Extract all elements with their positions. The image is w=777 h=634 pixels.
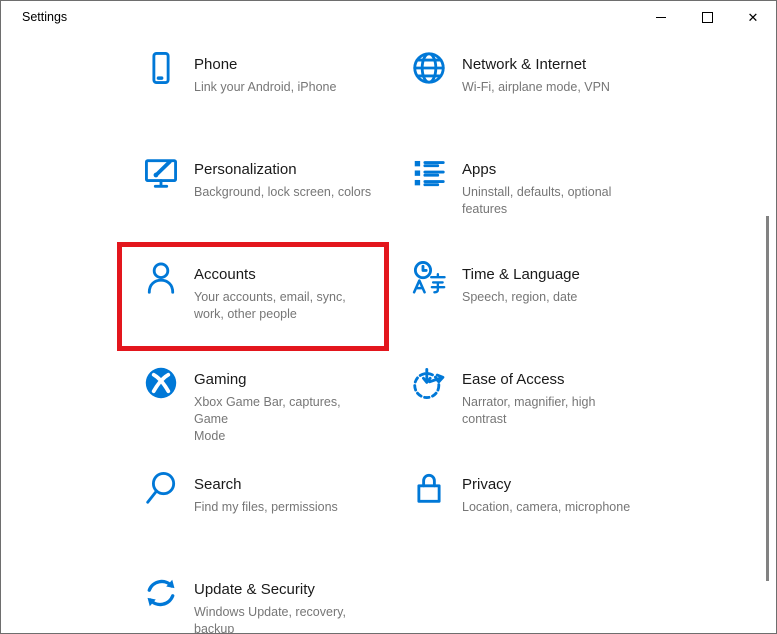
- close-icon: ✕: [748, 11, 759, 24]
- tile-title: Accounts: [194, 266, 256, 283]
- apps-list-icon: [409, 153, 449, 193]
- xbox-icon: [141, 363, 181, 403]
- minimize-button[interactable]: [638, 1, 684, 33]
- tile-update-security[interactable]: Update & Security Windows Update, recove…: [119, 559, 387, 634]
- phone-icon: [141, 48, 181, 88]
- tile-network[interactable]: Network & Internet Wi-Fi, airplane mode,…: [387, 34, 655, 139]
- tile-title: Network & Internet: [462, 56, 586, 73]
- tile-subtitle: Location, camera, microphone: [462, 499, 644, 516]
- tile-ease-of-access[interactable]: Ease of Access Narrator, magnifier, high…: [387, 349, 655, 454]
- sync-icon: [141, 573, 181, 613]
- tile-search[interactable]: Search Find my files, permissions: [119, 454, 387, 559]
- maximize-button[interactable]: [684, 1, 730, 33]
- settings-tile-grid: Phone Link your Android, iPhone Network …: [1, 33, 777, 634]
- tile-subtitle: Link your Android, iPhone: [194, 79, 376, 96]
- tile-title: Personalization: [194, 161, 297, 178]
- tile-subtitle: Xbox Game Bar, captures, Game Mode: [194, 394, 376, 445]
- tile-title: Update & Security: [194, 581, 315, 598]
- personalization-icon: [141, 153, 181, 193]
- tile-subtitle: Background, lock screen, colors: [194, 184, 376, 201]
- tile-privacy[interactable]: Privacy Location, camera, microphone: [387, 454, 655, 559]
- tile-subtitle: Uninstall, defaults, optional features: [462, 184, 644, 218]
- tile-subtitle: Your accounts, email, sync, work, other …: [194, 289, 376, 323]
- close-button[interactable]: ✕: [730, 1, 776, 33]
- tile-apps[interactable]: Apps Uninstall, defaults, optional featu…: [387, 139, 655, 244]
- maximize-icon: [702, 12, 713, 23]
- title-bar: Settings ✕: [1, 1, 776, 33]
- globe-icon: [409, 48, 449, 88]
- tile-subtitle: Speech, region, date: [462, 289, 644, 306]
- tile-gaming[interactable]: Gaming Xbox Game Bar, captures, Game Mod…: [119, 349, 387, 454]
- minimize-icon: [656, 17, 666, 18]
- tile-phone[interactable]: Phone Link your Android, iPhone: [119, 34, 387, 139]
- person-icon: [141, 258, 181, 298]
- tile-personalization[interactable]: Personalization Background, lock screen,…: [119, 139, 387, 244]
- tile-title: Time & Language: [462, 266, 580, 283]
- ease-of-access-icon: [409, 363, 449, 403]
- tile-time-language[interactable]: Time & Language Speech, region, date: [387, 244, 655, 349]
- clock-language-icon: [409, 258, 449, 298]
- tile-subtitle: Wi-Fi, airplane mode, VPN: [462, 79, 644, 96]
- tile-accounts[interactable]: Accounts Your accounts, email, sync, wor…: [119, 244, 387, 349]
- tile-title: Privacy: [462, 476, 511, 493]
- tile-title: Search: [194, 476, 242, 493]
- tile-subtitle: Find my files, permissions: [194, 499, 376, 516]
- tile-title: Phone: [194, 56, 237, 73]
- tile-title: Gaming: [194, 371, 247, 388]
- tile-title: Ease of Access: [462, 371, 565, 388]
- tile-subtitle: Narrator, magnifier, high contrast: [462, 394, 644, 428]
- settings-window: Settings ✕ Phone Link your Android, iPho…: [0, 0, 777, 634]
- vertical-scrollbar[interactable]: [766, 216, 769, 581]
- lock-icon: [409, 468, 449, 508]
- tile-title: Apps: [462, 161, 496, 178]
- window-title: Settings: [22, 10, 67, 24]
- search-icon: [141, 468, 181, 508]
- tile-subtitle: Windows Update, recovery, backup: [194, 604, 376, 634]
